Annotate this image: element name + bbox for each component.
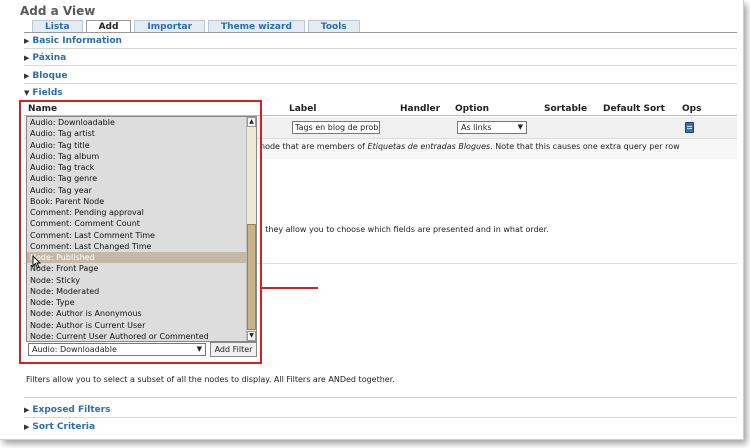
section-sort-criteria[interactable]: ▶ Sort Criteria	[24, 422, 737, 436]
expand-icon: ▶	[24, 72, 30, 80]
section-exposed-filters[interactable]: ▶ Exposed Filters	[24, 405, 737, 419]
option-value: As links	[461, 123, 492, 132]
page: Add a View Lista Add Importar Theme wiza…	[0, 0, 744, 440]
col-default-sort: Default Sort	[603, 104, 665, 114]
section-label[interactable]: Bloque	[32, 71, 67, 81]
annotation-highlight-frame	[19, 100, 262, 364]
section-label[interactable]: Basic Information	[32, 36, 122, 46]
page-title: Add a View	[20, 4, 96, 18]
col-handler: Handler	[400, 104, 441, 114]
col-sortable: Sortable	[544, 104, 588, 114]
divider	[24, 397, 737, 398]
expand-icon: ▶	[24, 406, 30, 414]
collapse-icon: ▼	[24, 89, 30, 97]
mouse-cursor-icon	[32, 255, 41, 269]
section-paxina[interactable]: ▶ Páxina	[24, 53, 737, 67]
section-bloque[interactable]: ▶ Bloque	[24, 71, 737, 85]
col-option: Option	[455, 104, 490, 114]
section-label[interactable]: Páxina	[32, 53, 66, 63]
annotation-pointer-line	[262, 287, 318, 289]
option-select[interactable]: As links ▼	[457, 121, 527, 134]
tabs-divider	[24, 32, 737, 33]
label-field[interactable]: Tags en blog de prob	[292, 121, 380, 134]
section-label[interactable]: Sort Criteria	[32, 422, 95, 432]
fields-help-text: ; they allow you to choose which fields …	[260, 225, 549, 234]
expand-icon: ▶	[24, 37, 30, 45]
field-description: node that are members of Etiquetas de en…	[260, 142, 680, 151]
col-label: Label	[289, 104, 317, 114]
chevron-down-icon: ▼	[517, 123, 523, 131]
section-label[interactable]: Fields	[32, 88, 62, 98]
expand-icon: ▶	[24, 54, 30, 62]
filters-help-text: Filters allow you to select a subset of …	[26, 375, 395, 384]
section-basic-information[interactable]: ▶ Basic Information	[24, 36, 737, 50]
section-label[interactable]: Exposed Filters	[32, 405, 110, 415]
edit-icon[interactable]	[685, 122, 694, 133]
expand-icon: ▶	[24, 423, 30, 431]
col-ops: Ops	[682, 104, 702, 114]
